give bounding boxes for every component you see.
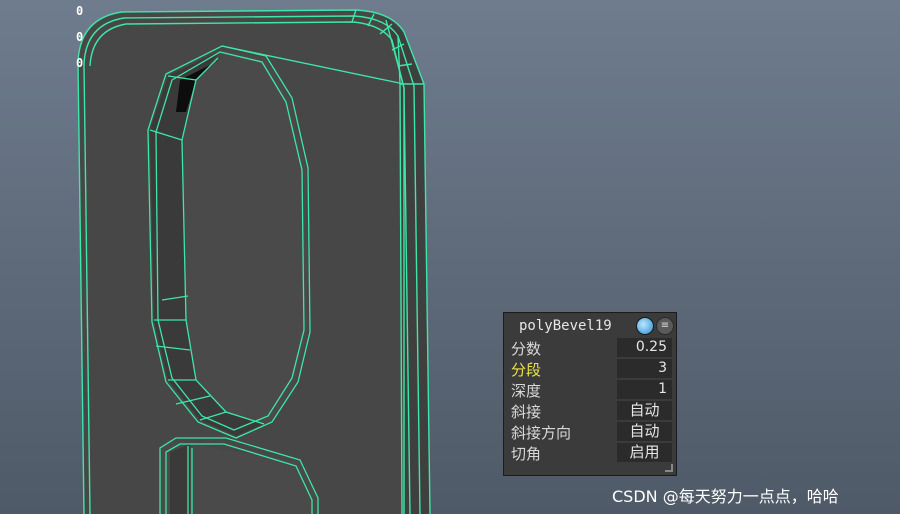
attr-row-miter-along[interactable]: 斜接方向 自动	[504, 421, 676, 442]
mesh-hole-bottom-wall	[170, 444, 190, 514]
attr-label: 分段	[511, 361, 542, 379]
attr-row-mitering[interactable]: 斜接 自动	[504, 400, 676, 421]
attr-label: 斜接方向	[511, 424, 572, 442]
hud-value: 0	[76, 56, 84, 70]
bevel-mesh[interactable]	[77, 9, 431, 514]
attr-label: 切角	[511, 445, 542, 463]
attr-value-dropdown[interactable]: 自动	[617, 422, 672, 441]
attr-value-field[interactable]: 1	[617, 380, 672, 399]
attr-value-dropdown[interactable]: 启用	[617, 443, 672, 462]
hud-value: 0	[76, 30, 84, 44]
attr-value-dropdown[interactable]: 自动	[617, 401, 672, 420]
node-name[interactable]: polyBevel19	[519, 318, 612, 334]
attr-row-segments[interactable]: 分段 3	[504, 358, 676, 379]
attr-value-field[interactable]: 0.25	[617, 338, 672, 357]
resize-grip-icon[interactable]	[665, 464, 673, 472]
attr-value-field[interactable]: 3	[617, 359, 672, 378]
attr-row-chamfer[interactable]: 切角 启用	[504, 442, 676, 463]
watermark: CSDN @每天努力一点点，哈哈	[612, 487, 839, 506]
attr-row-fraction[interactable]: 分数 0.25	[504, 337, 676, 358]
attr-label: 分数	[511, 340, 542, 358]
attr-row-depth[interactable]: 深度 1	[504, 379, 676, 400]
attr-label: 斜接	[511, 403, 542, 421]
panel-header[interactable]: polyBevel19 ≡	[504, 313, 676, 339]
in-view-editor-panel[interactable]: polyBevel19 ≡ 分数 0.25 分段 3 深度 1 斜接 自动 斜接…	[503, 312, 677, 476]
hud-value: 0	[76, 4, 84, 18]
globe-icon[interactable]	[636, 317, 654, 335]
menu-icon[interactable]: ≡	[656, 317, 674, 335]
attr-label: 深度	[511, 382, 542, 400]
3d-viewport[interactable]	[0, 0, 900, 514]
